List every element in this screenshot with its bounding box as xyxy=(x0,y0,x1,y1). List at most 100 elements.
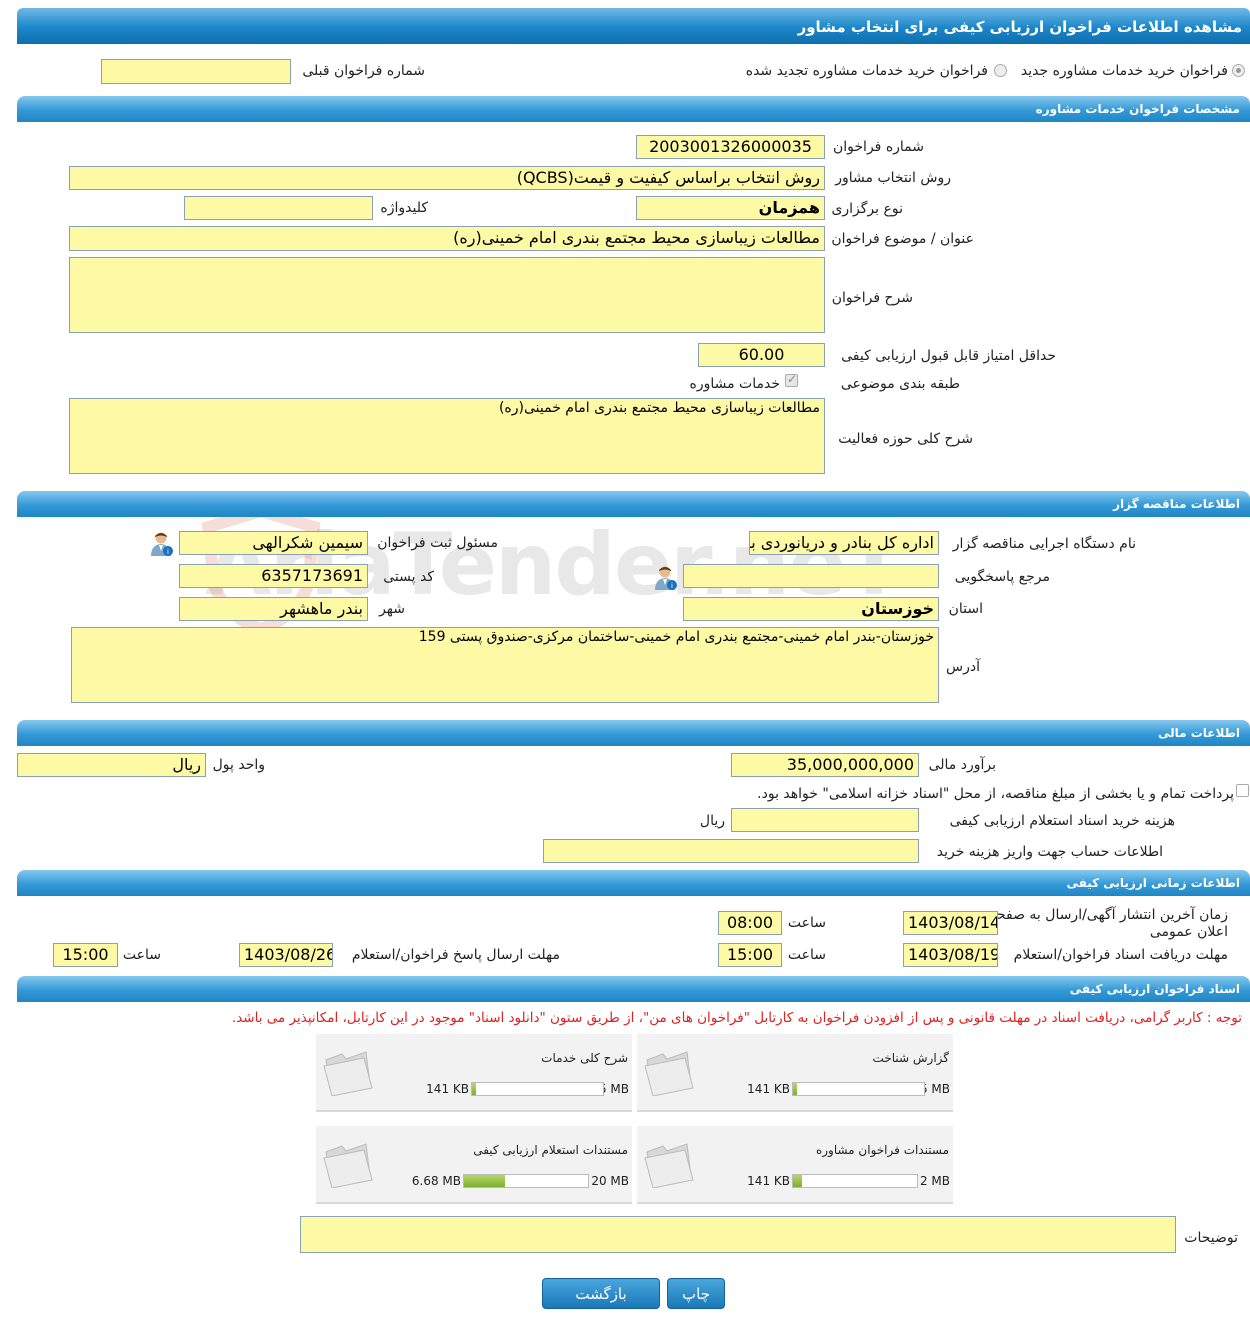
doc-tile[interactable]: شرح کلی خدمات 5 MB 141 KB xyxy=(316,1034,632,1112)
account-field xyxy=(543,839,919,863)
back-button[interactable]: بازگشت xyxy=(542,1278,660,1309)
min-score-field: 60.00 xyxy=(698,343,825,367)
doc-name: شرح کلی خدمات xyxy=(541,1051,628,1065)
doc-tile[interactable]: مستندات استعلام ارزیابی کیفی 20 MB 6.68 … xyxy=(316,1126,632,1204)
call-number-field: 2003001326000035 xyxy=(636,135,825,159)
submit-date-field: 1403/08/26 xyxy=(239,943,333,967)
publish-time-field: 08:00 xyxy=(718,911,782,935)
type-field: همزمان xyxy=(636,196,825,220)
doc-max-size: 2 MB xyxy=(919,1174,950,1188)
publish-date-field: 1403/08/14 xyxy=(903,911,998,935)
org-label: نام دستگاه اجرایی مناقصه گزار xyxy=(952,536,1136,552)
section-consult-header: مشخصات فراخوان خدمات مشاوره xyxy=(17,96,1250,122)
doc-progress-bar xyxy=(792,1082,925,1096)
prev-number-label: شماره فراخوان قبلی xyxy=(302,63,425,79)
subject-label: عنوان / موضوع فراخوان xyxy=(831,231,974,247)
doc-progress-bar xyxy=(471,1082,604,1096)
radio-renewed-label: فراخوان خرید خدمات مشاوره تجدید شده xyxy=(745,63,988,79)
province-field: خوزستان xyxy=(683,597,939,621)
notes-field xyxy=(300,1216,1176,1253)
page-title: مشاهده اطلاعات فراخوان ارزیابی کیفی برای… xyxy=(17,8,1250,44)
doc-max-size: 20 MB xyxy=(591,1174,629,1188)
keyword-field[interactable] xyxy=(184,196,373,220)
postal-field: 6357173691 xyxy=(179,564,368,588)
submit-time-field: 15:00 xyxy=(53,943,118,967)
section-docs-header: اسناد فراخوان ارزیابی کیفی xyxy=(17,976,1250,1002)
postal-label: کد پستی xyxy=(383,569,434,585)
notes-label: توضیحات xyxy=(1184,1230,1238,1246)
method-field: روش انتخاب براساس کیفیت و قیمت(QCBS) xyxy=(69,166,825,190)
radio-new-call[interactable] xyxy=(1232,64,1245,77)
currency-field: ریال xyxy=(17,753,206,777)
publish-hour-label: ساعت xyxy=(787,915,826,931)
doc-progress-bar xyxy=(463,1174,589,1188)
prev-number-field[interactable] xyxy=(101,59,291,84)
registrar-field: سیمین شکرالهی xyxy=(179,531,368,555)
ref-user-icon[interactable]: i xyxy=(654,565,678,591)
estimate-field: 35,000,000,000 xyxy=(731,753,919,777)
submit-hour-label: ساعت xyxy=(122,947,161,963)
doc-fee-unit: ریال xyxy=(699,813,725,829)
city-field: بندر ماهشهر xyxy=(179,597,368,621)
print-button[interactable]: چاپ xyxy=(667,1278,725,1309)
description-field xyxy=(69,257,825,333)
category-label: طبقه بندی موضوعی xyxy=(840,376,960,392)
category-consulting-label: خدمات مشاوره xyxy=(689,376,780,392)
keyword-label: کلیدواژه xyxy=(380,200,428,216)
address-field: خوزستان-بندر امام خمینی-مجتمع بندری امام… xyxy=(71,627,939,703)
ref-label: مرجع پاسخگویی xyxy=(954,569,1050,585)
section-tenderer-header: اطلاعات مناقصه گزار xyxy=(17,491,1250,517)
radio-new-label: فراخوان خرید خدمات مشاوره جدید xyxy=(1020,63,1228,79)
ref-field xyxy=(683,564,939,588)
doc-fee-field xyxy=(731,808,919,832)
doc-name: مستندات فراخوان مشاوره xyxy=(815,1143,949,1157)
docs-notice: توجه : کاربر گرامی، دریافت اسناد در مهلت… xyxy=(231,1010,1242,1026)
folder-icon xyxy=(323,1143,373,1188)
svg-text:i: i xyxy=(167,548,169,556)
radio-renewed-call[interactable] xyxy=(994,64,1007,77)
doc-progress-fill xyxy=(464,1175,505,1187)
category-consulting-checkbox[interactable] xyxy=(785,372,798,387)
receive-date-field: 1403/08/19 xyxy=(903,943,998,967)
province-label: استان xyxy=(948,601,983,617)
doc-fee-label: هزینه خرید اسناد استعلام ارزیابی کیفی xyxy=(949,813,1175,829)
receive-label: مهلت دریافت اسناد فراخوان/استعلام xyxy=(1013,947,1228,963)
account-label: اطلاعات حساب جهت واریز هزینه خرید xyxy=(936,844,1163,860)
org-field: اداره کل بنادر و دریانوردی بن xyxy=(749,531,939,555)
scope-field: مطالعات زیباسازی محیط مجتمع بندری امام خ… xyxy=(69,398,825,474)
publish-label: زمان آخرین انتشار آگهی/ارسال به صفحه اعل… xyxy=(989,907,1228,940)
receive-hour-label: ساعت xyxy=(787,947,826,963)
submit-label: مهلت ارسال پاسخ فراخوان/استعلام xyxy=(351,947,560,963)
description-label: شرح فراخوان xyxy=(831,290,913,306)
scope-label: شرح کلی حوزه فعالیت xyxy=(838,431,973,447)
folder-icon xyxy=(323,1051,373,1096)
doc-progress-fill xyxy=(472,1083,476,1095)
section-timing-header: اطلاعات زمانی ارزیابی کیفی xyxy=(17,870,1250,896)
city-label: شهر xyxy=(379,601,405,617)
address-label: آدرس xyxy=(946,659,980,675)
currency-label: واحد پول xyxy=(212,757,265,773)
treasury-text: پرداخت تمام و یا بخشی از مبلغ مناقصه، از… xyxy=(757,786,1234,802)
receive-time-field: 15:00 xyxy=(718,943,782,967)
registrar-label: مسئول ثبت فراخوان xyxy=(377,535,498,551)
min-score-label: حداقل امتیاز قابل قبول ارزیابی کیفی xyxy=(841,348,1056,364)
type-label: نوع برگزاری xyxy=(831,201,903,217)
doc-tile[interactable]: مستندات فراخوان مشاوره 2 MB 141 KB xyxy=(637,1126,953,1204)
doc-tile[interactable]: گزارش شناخت 5 MB 141 KB xyxy=(637,1034,953,1112)
doc-size: 141 KB xyxy=(426,1082,469,1096)
doc-size: 141 KB xyxy=(747,1174,790,1188)
doc-name: گزارش شناخت xyxy=(872,1051,949,1065)
user-info-icon[interactable]: i xyxy=(150,531,174,557)
doc-progress-bar xyxy=(792,1174,918,1188)
doc-size: 141 KB xyxy=(747,1082,790,1096)
call-number-label: شماره فراخوان xyxy=(833,139,924,155)
method-label: روش انتخاب مشاور xyxy=(835,170,951,186)
treasury-checkbox[interactable] xyxy=(1236,784,1249,797)
doc-progress-fill xyxy=(793,1175,802,1187)
estimate-label: برآورد مالی xyxy=(928,757,996,773)
section-financial-header: اطلاعات مالی xyxy=(17,720,1250,746)
doc-name: مستندات استعلام ارزیابی کیفی xyxy=(473,1143,628,1157)
folder-icon xyxy=(644,1051,694,1096)
folder-icon xyxy=(644,1143,694,1188)
doc-size: 6.68 MB xyxy=(411,1174,461,1188)
